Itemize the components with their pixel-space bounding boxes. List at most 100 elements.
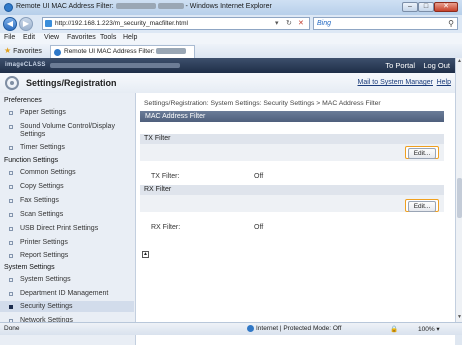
minimize-icon: – xyxy=(408,3,412,10)
sidebar: Preferences Paper Settings Sound Volume … xyxy=(0,93,136,345)
scroll-thumb[interactable] xyxy=(457,178,462,218)
search-icon[interactable]: ⚲ xyxy=(448,19,454,28)
sidebar-item-timer-settings[interactable]: Timer Settings xyxy=(20,144,65,152)
sidebar-heading-function-settings: Function Settings xyxy=(4,157,59,164)
bullet-icon xyxy=(9,278,13,282)
to-top-glyph: ▲ xyxy=(143,251,148,257)
rx-filter-toolbar xyxy=(140,195,444,212)
tx-edit-button[interactable]: Edit... xyxy=(405,146,439,159)
bullet-icon xyxy=(9,125,13,129)
redacted-device-name xyxy=(115,3,156,10)
tab-icon xyxy=(54,49,61,56)
to-portal-link[interactable]: To Portal xyxy=(385,61,415,70)
lock-icon: 🔒 xyxy=(390,326,399,333)
main-content: Settings/Registration: System Settings: … xyxy=(136,93,455,345)
menu-edit[interactable]: Edit xyxy=(23,34,35,41)
minimize-button[interactable]: – xyxy=(402,2,418,12)
page-header-text: MAC Address Filter xyxy=(145,113,206,120)
bullet-icon xyxy=(9,111,13,115)
zoom-level[interactable]: 100% ▾ xyxy=(418,325,440,333)
sidebar-item-common-settings[interactable]: Common Settings xyxy=(20,169,76,177)
security-zone-text: Internet | Protected Mode: Off xyxy=(256,325,342,333)
sidebar-heading-system-settings: System Settings xyxy=(4,264,55,271)
back-button[interactable]: ◀ xyxy=(3,17,17,31)
url-text: http://192.168.1.223/m_security_macfilte… xyxy=(55,20,188,27)
sidebar-item-printer-settings[interactable]: Printer Settings xyxy=(20,239,68,247)
forward-button[interactable]: ▶ xyxy=(19,17,33,31)
maximize-button[interactable]: □ xyxy=(418,2,434,12)
sidebar-item-system-settings[interactable]: System Settings xyxy=(20,276,71,284)
status-text: Done xyxy=(4,325,20,332)
redacted-device-info xyxy=(50,63,180,68)
maximize-icon: □ xyxy=(423,3,429,10)
menu-bar: File Edit View Favorites Tools Help xyxy=(0,33,462,44)
sidebar-item-security-settings[interactable]: Security Settings xyxy=(20,303,73,311)
tx-edit-label: Edit... xyxy=(408,148,436,159)
rx-filter-section-title: RX Filter xyxy=(144,186,172,193)
to-top-icon[interactable]: ▲ xyxy=(142,251,149,258)
window-title-bar: Remote UI MAC Address Filter: - Windows … xyxy=(0,0,462,16)
sidebar-item-paper-settings[interactable]: Paper Settings xyxy=(20,109,66,117)
browser-tab[interactable]: Remote UI MAC Address Filter: xyxy=(50,45,195,58)
url-dropdown-button[interactable]: ▾ xyxy=(275,19,279,27)
sidebar-item-scan-settings[interactable]: Scan Settings xyxy=(20,211,63,219)
scroll-up-icon[interactable]: ▲ xyxy=(456,58,462,65)
bing-logo: Bing xyxy=(317,20,332,27)
tx-filter-value: Off xyxy=(254,173,264,180)
tx-filter-section-header: TX Filter xyxy=(140,134,444,144)
scroll-down-icon[interactable]: ▼ xyxy=(456,314,462,321)
redacted-tab-device xyxy=(156,48,187,55)
menu-view[interactable]: View xyxy=(44,34,59,41)
sidebar-item-department-id[interactable]: Department ID Management xyxy=(20,290,108,298)
search-input[interactable]: Bing ⚲ xyxy=(313,17,458,30)
window-title-prefix: Remote UI MAC Address Filter: xyxy=(16,3,114,10)
mail-to-system-manager-link[interactable]: Mail to System Manager xyxy=(358,79,433,86)
sidebar-item-fax-settings[interactable]: Fax Settings xyxy=(20,197,59,205)
sidebar-item-copy-settings[interactable]: Copy Settings xyxy=(20,183,64,191)
refresh-button[interactable]: ↻ xyxy=(286,19,292,27)
zoom-text: 100% xyxy=(418,326,435,333)
settings-title-bar: Settings/Registration Mail to System Man… xyxy=(0,73,455,94)
bullet-icon xyxy=(9,199,13,203)
settings-gear-icon xyxy=(5,76,19,90)
favorites-label: Favorites xyxy=(13,48,42,55)
rx-filter-section-header: RX Filter xyxy=(140,185,444,195)
rx-filter-label: RX Filter: xyxy=(151,224,181,231)
rx-edit-button[interactable]: Edit... xyxy=(405,199,439,212)
device-logo: imageCLASS xyxy=(5,62,46,68)
sidebar-item-sound-volume[interactable]: Sound Volume Control/Display Settings xyxy=(20,123,130,139)
bullet-icon xyxy=(9,227,13,231)
globe-icon xyxy=(247,325,254,332)
close-button[interactable]: ✕ xyxy=(434,2,458,12)
tx-filter-toolbar xyxy=(140,144,444,161)
selected-bullet-icon xyxy=(9,305,13,309)
page-title: Settings/Registration xyxy=(26,78,117,88)
status-bar: Done Internet | Protected Mode: Off 🔒 10… xyxy=(0,322,462,335)
star-icon: ★ xyxy=(4,46,12,55)
security-zone: Internet | Protected Mode: Off xyxy=(247,325,341,332)
close-icon: ✕ xyxy=(443,3,449,10)
bullet-icon xyxy=(9,213,13,217)
log-out-link[interactable]: Log Out xyxy=(423,61,450,70)
dropdown-icon: ▾ xyxy=(275,20,279,27)
url-field[interactable]: http://192.168.1.223/m_security_macfilte… xyxy=(42,17,310,30)
page-icon xyxy=(45,20,52,27)
menu-help[interactable]: Help xyxy=(123,34,137,41)
help-link[interactable]: Help xyxy=(437,79,451,86)
favorites-button[interactable]: ★ Favorites xyxy=(4,46,42,55)
tab-title: Remote UI MAC Address Filter: xyxy=(64,48,187,55)
sidebar-item-report-settings[interactable]: Report Settings xyxy=(20,252,68,260)
search-icon-glyph: ⚲ xyxy=(448,19,454,28)
bullet-icon xyxy=(9,241,13,245)
menu-file[interactable]: File xyxy=(4,34,15,41)
forward-arrow-icon: ▶ xyxy=(22,19,30,28)
sidebar-item-usb-direct-print[interactable]: USB Direct Print Settings xyxy=(20,225,98,233)
rx-edit-label: Edit... xyxy=(408,201,436,212)
stop-button[interactable]: ✕ xyxy=(298,19,304,27)
bullet-icon xyxy=(9,185,13,189)
menu-tools[interactable]: Tools xyxy=(100,34,116,41)
security-icon: 🔒 xyxy=(390,325,398,333)
vertical-scrollbar[interactable]: ▲ ▼ xyxy=(455,58,462,334)
redacted-device-model xyxy=(157,3,184,10)
menu-favorites[interactable]: Favorites xyxy=(67,34,96,41)
